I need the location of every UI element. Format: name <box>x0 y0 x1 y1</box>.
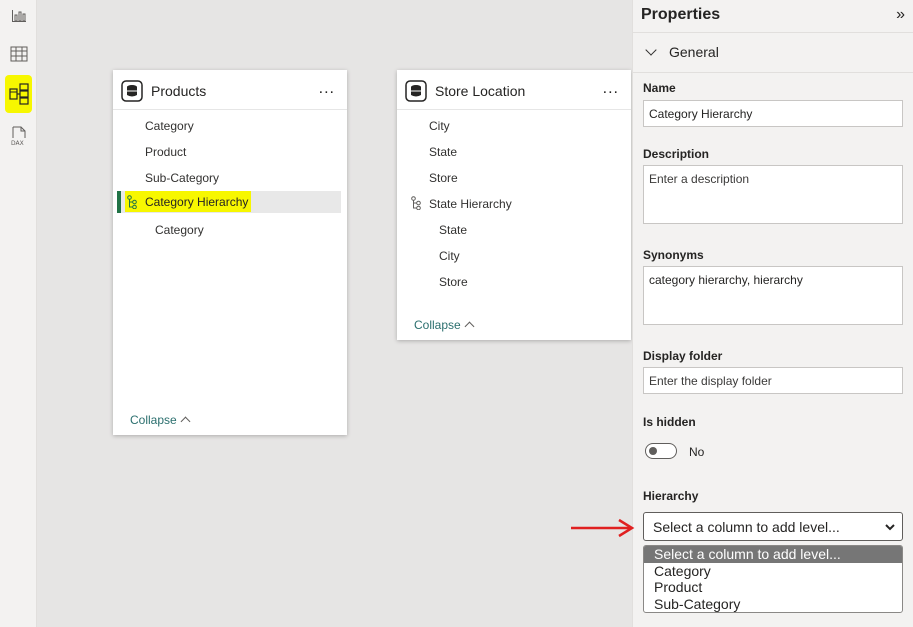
description-input[interactable]: Enter a description <box>643 165 903 224</box>
is-hidden-label: Is hidden <box>643 415 696 429</box>
hierarchy-level-store[interactable]: Store <box>439 275 468 289</box>
hierarchy-level-state[interactable]: State <box>439 223 467 237</box>
model-icon <box>8 83 29 105</box>
collapse-link[interactable]: Collapse <box>414 318 475 332</box>
field-product[interactable]: Product <box>145 145 186 159</box>
more-options-button[interactable]: ... <box>603 80 619 98</box>
properties-title: Properties <box>641 6 721 23</box>
hierarchy-select[interactable]: Select a column to add level... <box>643 512 903 541</box>
hierarchy-label: Hierarchy <box>643 489 699 503</box>
dax-icon: DAX <box>11 126 25 146</box>
table-view-button[interactable] <box>5 40 32 67</box>
chevron-up-icon <box>464 321 475 332</box>
card-header[interactable]: Store Location ... <box>397 70 631 110</box>
dropdown-option[interactable]: Sub-Category <box>644 596 902 613</box>
dropdown-option[interactable]: Select a column to add level... <box>644 546 902 563</box>
card-header[interactable]: Products ... <box>113 70 347 110</box>
field-category[interactable]: Category <box>145 119 194 133</box>
card-title: Store Location <box>435 83 526 99</box>
table-database-icon <box>405 80 427 102</box>
dropdown-option[interactable]: Category <box>644 563 902 580</box>
store-location-table-card[interactable]: Store Location ... City State Store Stat… <box>397 70 631 340</box>
hierarchy-label-highlight: Category Hierarchy <box>125 191 251 212</box>
products-table-card[interactable]: Products ... Category Product Sub-Catego… <box>113 70 347 435</box>
display-folder-label: Display folder <box>643 349 723 363</box>
bar-chart-icon <box>11 9 26 22</box>
name-input[interactable]: Category Hierarchy <box>643 100 903 127</box>
hierarchy-state[interactable]: State Hierarchy <box>429 197 512 211</box>
dax-query-view-button[interactable]: DAX <box>5 122 32 149</box>
hierarchy-icon <box>127 195 137 209</box>
svg-text:DAX: DAX <box>11 140 24 146</box>
field-store[interactable]: Store <box>429 171 458 185</box>
field-city[interactable]: City <box>429 119 450 133</box>
toggle-knob <box>649 447 657 455</box>
description-label: Description <box>643 147 710 161</box>
hierarchy-name: Category Hierarchy <box>145 195 249 209</box>
name-label: Name <box>643 81 676 95</box>
is-hidden-toggle[interactable] <box>645 443 677 459</box>
synonyms-input[interactable]: category hierarchy, hierarchy <box>643 266 903 325</box>
hierarchy-select-value: Select a column to add level... <box>653 519 840 535</box>
chevron-down-icon <box>885 524 895 531</box>
synonyms-label: Synonyms <box>643 248 704 262</box>
collapse-pane-icon[interactable]: » <box>896 6 905 24</box>
more-options-button[interactable]: ... <box>319 80 335 98</box>
table-database-icon <box>121 80 143 102</box>
model-view-button[interactable] <box>5 75 32 113</box>
section-label: General <box>669 44 719 60</box>
table-icon <box>10 46 27 61</box>
display-folder-input[interactable]: Enter the display folder <box>643 367 903 394</box>
collapse-link[interactable]: Collapse <box>130 413 191 427</box>
chevron-up-icon <box>180 416 191 427</box>
field-state[interactable]: State <box>429 145 457 159</box>
card-title: Products <box>151 83 207 99</box>
chevron-down-icon <box>645 44 657 56</box>
divider <box>633 72 913 73</box>
hierarchy-icon <box>411 196 421 210</box>
hierarchy-item-selected[interactable]: Category Hierarchy <box>117 191 341 213</box>
hierarchy-level-category[interactable]: Category <box>155 223 204 237</box>
collapse-label: Collapse <box>414 318 461 332</box>
general-section-header[interactable]: General <box>645 44 719 60</box>
is-hidden-value: No <box>689 445 705 459</box>
annotation-arrow-icon <box>571 518 635 538</box>
properties-pane: Properties » General Name Category Hiera… <box>632 0 913 627</box>
report-view-button[interactable] <box>5 2 32 29</box>
divider <box>633 32 913 33</box>
hierarchy-dropdown-list: Select a column to add level... Category… <box>643 545 903 613</box>
collapse-label: Collapse <box>130 413 177 427</box>
view-rail: DAX <box>0 0 37 627</box>
hierarchy-level-city[interactable]: City <box>439 249 460 263</box>
field-sub-category[interactable]: Sub-Category <box>145 171 219 185</box>
dropdown-option[interactable]: Product <box>644 579 902 596</box>
